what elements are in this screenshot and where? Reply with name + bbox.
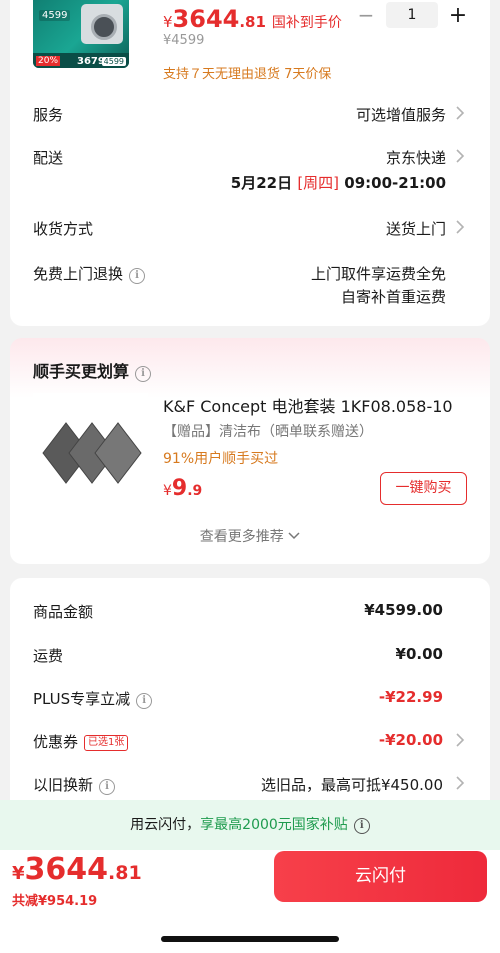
amount-value: ¥4599.00 (364, 601, 443, 619)
more-recommend-link[interactable]: 查看更多推荐 (10, 526, 490, 546)
delivery-date: 5月22日 [周四] 09:00-21:00 (231, 172, 446, 193)
info-icon[interactable]: i (129, 268, 146, 284)
thumb-promo: 20% (36, 56, 61, 66)
recommend-card: 顺手买更划算 i K&F Concept 电池套装 1KF08.058-10 【赠… (10, 338, 490, 564)
coupon-value[interactable]: -¥20.00 (379, 731, 443, 749)
rec-price-currency: ¥ (163, 483, 172, 499)
service-label: 服务 (33, 106, 64, 124)
quantity-input[interactable]: 1 (386, 2, 438, 28)
free-return-label: 免费上门退换 i (33, 263, 146, 284)
delivery-weekday: [周四] (297, 174, 340, 192)
trade-in-value[interactable]: 选旧品，最高可抵¥450.00 (261, 774, 443, 795)
chevron-right-icon[interactable] (454, 219, 466, 235)
delivery-value[interactable]: 京东快递 (386, 147, 446, 168)
free-return-line1: 上门取件享运费全免 (310, 265, 446, 283)
chevron-right-icon[interactable] (454, 732, 466, 748)
free-return-text: 免费上门退换 (33, 265, 124, 283)
total-price: ¥3644.81 (12, 852, 142, 887)
thumb-tag: 4599 (101, 57, 126, 66)
plus-discount-label: PLUS专享立减 i (33, 688, 153, 709)
coupon-selected-tag: 已选1张 (84, 735, 129, 751)
coupon-text: 优惠券 (33, 733, 79, 751)
price-currency: ¥ (163, 13, 173, 31)
thumb-price: 3679 (77, 56, 105, 67)
recommend-percent: 91%用户顺手买过 (163, 451, 279, 467)
home-indicator (161, 936, 339, 942)
trade-in-text: 以旧换新 (33, 776, 94, 794)
quantity-minus-button[interactable]: − (352, 3, 380, 27)
total-saved: 共减¥954.19 (12, 894, 98, 909)
info-icon[interactable]: i (353, 818, 370, 834)
plus-discount-value: -¥22.99 (378, 688, 443, 706)
chevron-right-icon[interactable] (454, 148, 466, 164)
product-thumbnail[interactable]: 4599 20% 3679 4599 (33, 0, 129, 68)
info-icon[interactable]: i (136, 693, 153, 709)
thumb-price-badge: 4599 (39, 10, 71, 21)
coupon-label: 优惠券 已选1张 (33, 731, 129, 752)
total-currency: ¥ (12, 863, 25, 884)
product-price: ¥3644.81 国补到手价 (163, 5, 342, 33)
trade-in-label: 以旧换新 i (33, 774, 116, 795)
one-click-buy-button[interactable]: 一键购买 (380, 472, 467, 505)
receive-method-value[interactable]: 送货上门 (386, 218, 446, 239)
rec-price-decimal: .9 (187, 483, 203, 499)
subsidy-banner[interactable]: 用云闪付，享最高2000元国家补贴 i (0, 800, 500, 850)
service-tip: 支持７天无理由退货 7天价保 (163, 67, 332, 82)
receive-method-label: 收货方式 (33, 220, 94, 238)
cleaning-cloth-image[interactable] (33, 393, 148, 508)
info-icon[interactable]: i (99, 779, 116, 795)
chevron-right-icon[interactable] (454, 775, 466, 791)
checkout-bar: ¥3644.81 共减¥954.19 云闪付 (0, 850, 500, 953)
total-integer: 3644 (24, 852, 109, 887)
banner-highlight: 享最高2000元国家补贴 (200, 817, 348, 833)
service-value[interactable]: 可选增值服务 (356, 104, 446, 125)
banner-prefix: 用云闪付， (130, 817, 201, 833)
chevron-down-icon (288, 528, 300, 544)
delivery-label: 配送 (33, 149, 64, 167)
recommend-product-name[interactable]: K&F Concept 电池套装 1KF08.058-10 (163, 393, 453, 417)
rec-price-integer: 9 (171, 476, 188, 501)
camera-image (81, 4, 123, 44)
more-recommend-text: 查看更多推荐 (199, 529, 284, 545)
plus-discount-text: PLUS专享立减 (33, 690, 131, 708)
quantity-stepper: − 1 + (352, 2, 472, 28)
recommend-gift: 【赠品】清洁布（晒单联系赠送） (163, 424, 373, 440)
unionpay-pay-button[interactable]: 云闪付 (274, 851, 487, 902)
shipping-label: 运费 (33, 647, 64, 665)
delivery-time: 09:00-21:00 (344, 174, 446, 192)
total-decimal: .81 (108, 862, 142, 884)
quantity-plus-button[interactable]: + (444, 3, 472, 28)
order-summary-card: 商品金额 ¥4599.00 运费 ¥0.00 PLUS专享立减 i -¥22.99… (10, 578, 490, 838)
recommend-title: 顺手买更划算 i (33, 358, 152, 382)
price-decimal: .81 (239, 13, 266, 31)
recommend-price: ¥9.9 (163, 476, 202, 501)
subsidy-price-tag: 国补到手价 (271, 15, 342, 31)
original-price: ¥4599 (163, 33, 205, 48)
recommend-title-text: 顺手买更划算 (33, 362, 130, 381)
chevron-right-icon[interactable] (454, 105, 466, 121)
product-card: 4599 20% 3679 4599 ¥3644.81 国补到手价 ¥4599 支… (10, 0, 490, 326)
delivery-day: 5月22日 (230, 174, 293, 192)
shipping-value: ¥0.00 (395, 645, 443, 663)
amount-label: 商品金额 (33, 603, 94, 621)
free-return-line2: 自寄补首重运费 (340, 288, 446, 306)
info-icon[interactable]: i (135, 366, 152, 382)
price-integer: 3644 (172, 5, 240, 33)
